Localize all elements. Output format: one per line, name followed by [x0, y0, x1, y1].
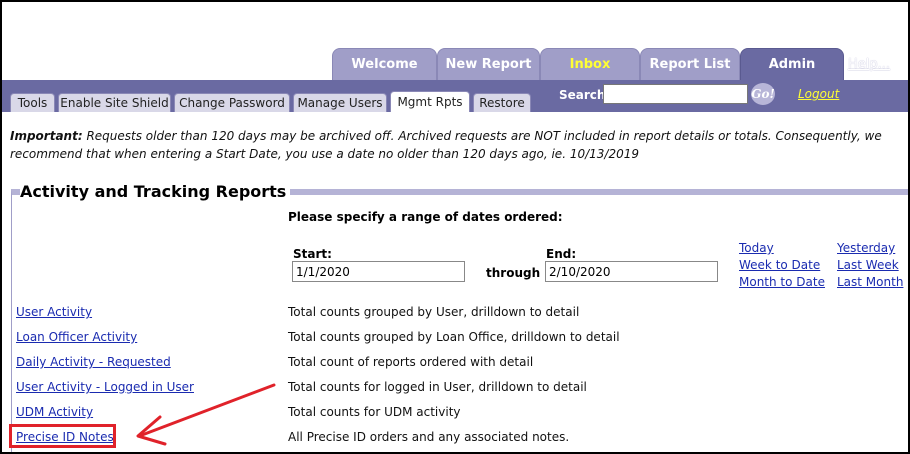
- annotation-arrow-icon: [136, 383, 276, 446]
- app-window: Welcome New Report Inbox Report List Adm…: [0, 0, 910, 454]
